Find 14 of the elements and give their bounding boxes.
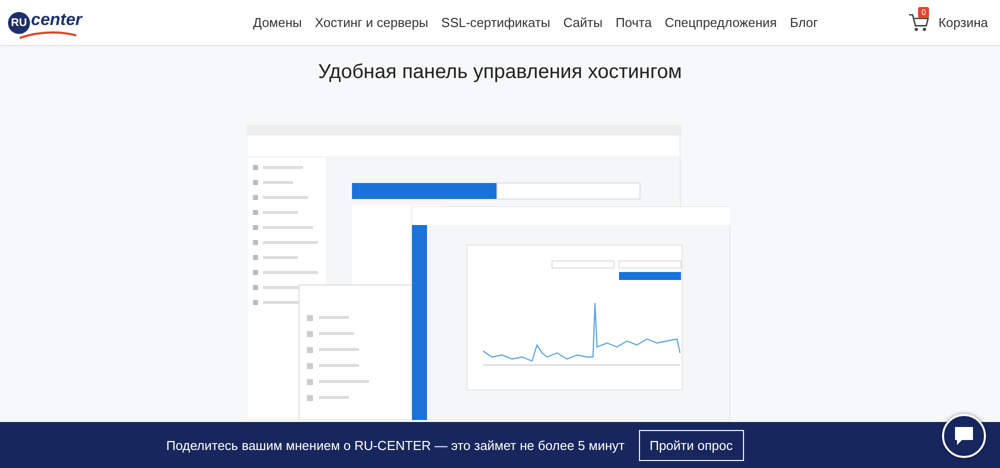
nav-link[interactable]: Блог xyxy=(790,15,818,30)
logo[interactable]: RU center xyxy=(8,6,253,40)
cart-link[interactable]: Корзина xyxy=(938,15,988,30)
survey-button[interactable]: Пройти опрос xyxy=(638,430,744,460)
survey-prompt: Поделитесь вашим мнением о RU-CENTER — это займет не более 5 минут xyxy=(166,438,625,452)
section-heading: Удобная панель управления хостингом xyxy=(318,61,682,84)
nav-link[interactable]: Спецпредложения xyxy=(664,15,777,30)
nav-link[interactable]: Почта xyxy=(616,15,652,30)
nav-link[interactable]: Домены xyxy=(253,15,302,30)
cart-count-badge: 0 xyxy=(918,6,929,18)
nav-link[interactable]: SSL-сертификаты xyxy=(441,15,550,30)
nav-link[interactable]: Сайты xyxy=(563,15,603,30)
nav-link[interactable]: Хостинг и серверы xyxy=(314,15,428,30)
chat-bubble-icon xyxy=(952,424,976,448)
